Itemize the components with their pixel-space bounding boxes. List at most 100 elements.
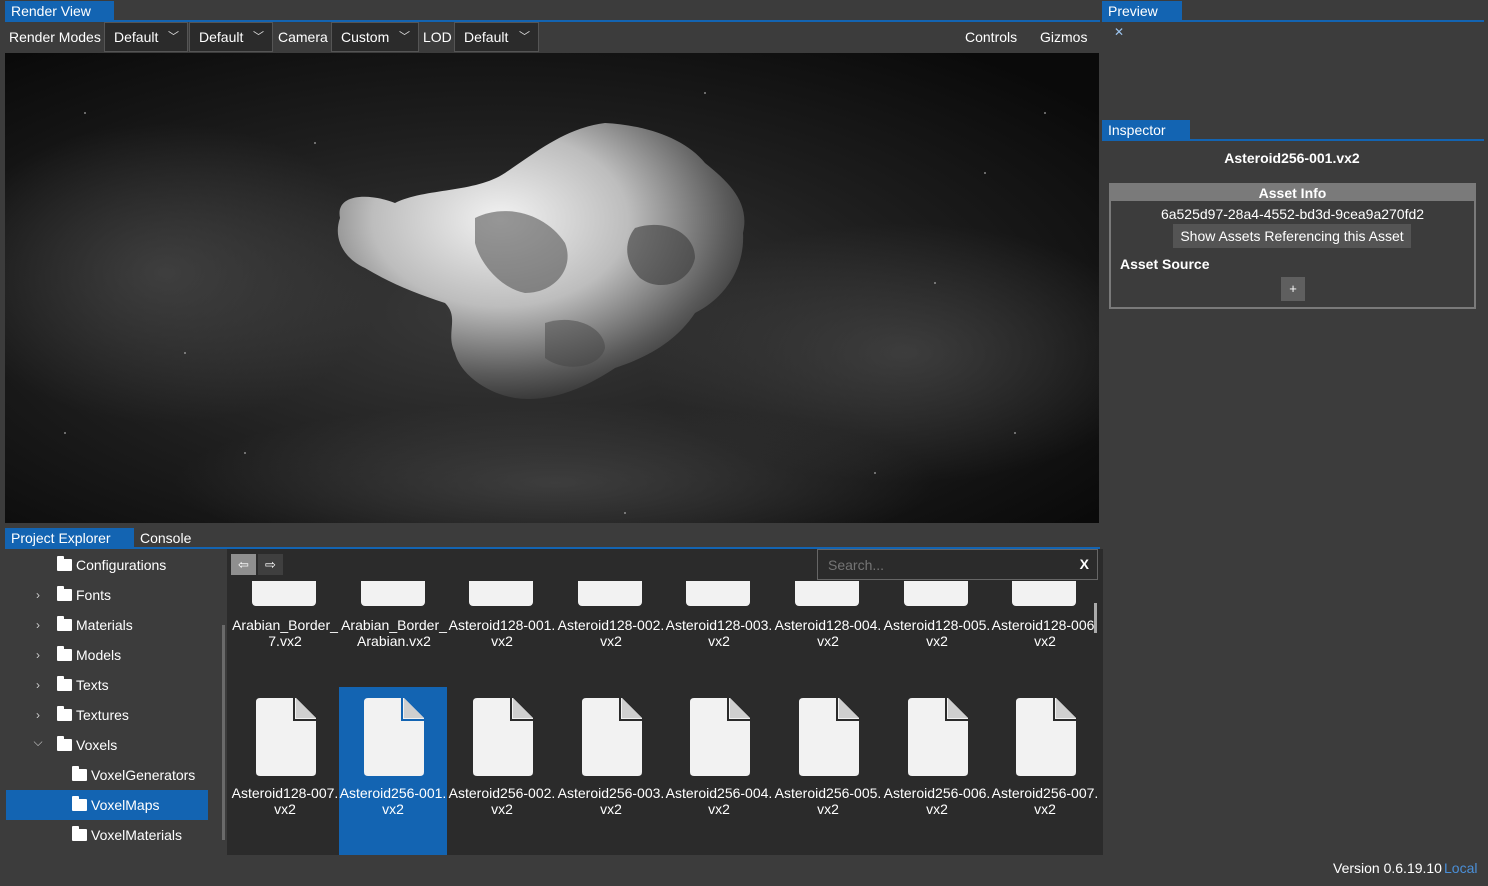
chevron-down-icon: ﹀ <box>519 31 530 43</box>
folder-icon <box>57 706 72 721</box>
expand-arrow-icon[interactable]: › <box>33 705 43 725</box>
add-asset-source-button[interactable]: + <box>1281 277 1305 301</box>
tree-item-voxelmaterials[interactable]: VoxelMaterials <box>72 820 182 850</box>
file-icon <box>252 581 316 606</box>
file-name: Asteroid128-001.vx2 <box>448 617 556 649</box>
tab-render-view[interactable]: Render View <box>5 1 114 21</box>
tree-item-voxelgenerators[interactable]: VoxelGenerators <box>72 760 195 790</box>
tree-item-materials[interactable]: Materials <box>57 610 133 640</box>
file-item[interactable]: Asteroid128-003.vx2 <box>665 581 773 671</box>
close-icon[interactable]: ✕ <box>1114 25 1124 39</box>
file-item[interactable]: Asteroid256-004.vx2 <box>665 687 773 855</box>
file-item[interactable]: Asteroid128-007.vx2 <box>231 687 339 855</box>
tree-item-models[interactable]: Models <box>57 640 121 670</box>
render-mode-dropdown-1-value: Default <box>114 29 159 45</box>
file-icon <box>361 581 425 606</box>
file-name: Arabian_Border_7.vx2 <box>232 617 338 649</box>
file-icon <box>799 698 859 776</box>
back-button[interactable]: ⇦ <box>231 554 256 575</box>
preview-tab-line <box>1102 20 1484 22</box>
tree-item-label: Materials <box>76 617 133 633</box>
search-input[interactable] <box>818 550 1068 579</box>
tab-console[interactable]: Console <box>140 528 191 548</box>
file-grid: Arabian_Border_7.vx2 Arabian_Border_Arab… <box>227 581 1103 855</box>
file-name: Asteroid256-006.vx2 <box>883 785 991 817</box>
tree-scrollbar[interactable] <box>222 625 225 840</box>
inspector-tab-line <box>1102 139 1484 141</box>
asset-source-label: Asset Source <box>1120 256 1210 272</box>
tree-item-voxelmaps[interactable]: VoxelMaps <box>72 790 159 820</box>
file-icon <box>690 698 750 776</box>
tree-item-fonts[interactable]: Fonts <box>57 580 111 610</box>
gizmos-menu[interactable]: Gizmos <box>1040 22 1087 52</box>
tree-item-voxels[interactable]: Voxels <box>57 730 117 760</box>
render-viewport[interactable] <box>5 53 1099 523</box>
lod-label: LOD <box>423 29 452 45</box>
file-item[interactable]: Arabian_Border_7.vx2 <box>231 581 339 671</box>
search-clear-button[interactable]: X <box>1080 556 1089 572</box>
file-icon <box>904 581 968 606</box>
expand-arrow-icon[interactable]: › <box>33 645 43 665</box>
render-mode-dropdown-2-value: Default <box>199 29 244 45</box>
file-name: Asteroid128-007.vx2 <box>231 785 339 817</box>
file-name: Asteroid256-001.vx2 <box>339 785 447 817</box>
tree-item-label: VoxelMaterials <box>91 827 183 843</box>
tab-project-explorer[interactable]: Project Explorer <box>5 528 134 548</box>
expand-arrow-icon[interactable]: › <box>33 615 43 635</box>
file-name: Asteroid128-005.vx2 <box>883 617 991 649</box>
file-item[interactable]: Arabian_Border_Arabian.vx2 <box>340 581 448 671</box>
file-item[interactable]: Asteroid128-004.vx2 <box>774 581 882 671</box>
folder-icon <box>57 646 72 661</box>
file-grid-scrollbar[interactable] <box>1094 603 1097 633</box>
file-browser: ⇦ ⇨ X Arabian_Border_7.vx2 Arabian_Borde… <box>227 549 1103 855</box>
file-item[interactable]: Asteroid128-006.vx2 <box>991 581 1099 671</box>
local-mode-link[interactable]: Local <box>1444 860 1477 876</box>
folder-icon <box>57 586 72 601</box>
asset-guid: 6a525d97-28a4-4552-bd3d-9cea9a270fd2 <box>1160 206 1425 222</box>
expand-arrow-icon[interactable]: › <box>33 675 43 695</box>
tree-item-label: Textures <box>76 707 129 723</box>
file-item-selected[interactable]: Asteroid256-001.vx2 <box>339 687 447 855</box>
tab-inspector[interactable]: Inspector <box>1102 120 1190 140</box>
file-item[interactable]: Asteroid256-006.vx2 <box>883 687 991 855</box>
file-item[interactable]: Asteroid256-005.vx2 <box>774 687 882 855</box>
tab-preview[interactable]: Preview ✕ <box>1102 1 1182 39</box>
file-item[interactable]: Asteroid256-002.vx2 <box>448 687 556 855</box>
folder-icon <box>57 736 72 751</box>
search-box[interactable]: X <box>817 549 1098 580</box>
tree-item-label: VoxelGenerators <box>91 767 196 783</box>
tree-item-label: Texts <box>76 677 109 693</box>
forward-arrow-icon: ⇨ <box>265 557 276 572</box>
tree-item-textures[interactable]: Textures <box>57 700 129 730</box>
file-name: Asteroid256-007.vx2 <box>991 785 1099 817</box>
collapse-arrow-icon[interactable]: ⌵ <box>33 732 43 752</box>
chevron-down-icon: ﹀ <box>168 31 179 43</box>
tree-item-label: VoxelMaps <box>91 797 160 813</box>
file-name: Asteroid128-006.vx2 <box>991 617 1099 649</box>
asset-info-header: Asset Info <box>1111 185 1474 201</box>
file-name: Asteroid128-002.vx2 <box>557 617 665 649</box>
tree-item-configurations[interactable]: Configurations <box>57 550 166 580</box>
file-icon <box>795 581 859 606</box>
file-item[interactable]: Asteroid128-002.vx2 <box>557 581 665 671</box>
file-icon <box>473 698 533 776</box>
file-name: Arabian_Border_Arabian.vx2 <box>341 617 447 649</box>
controls-menu[interactable]: Controls <box>965 22 1017 52</box>
render-mode-dropdown-1[interactable]: Default ﹀ <box>104 22 188 52</box>
file-item[interactable]: Asteroid128-001.vx2 <box>448 581 556 671</box>
lod-dropdown-value: Default <box>464 29 509 45</box>
file-item[interactable]: Asteroid128-005.vx2 <box>883 581 991 671</box>
file-item[interactable]: Asteroid256-007.vx2 <box>991 687 1099 855</box>
show-assets-referencing-button[interactable]: Show Assets Referencing this Asset <box>1173 224 1411 248</box>
chevron-down-icon: ﹀ <box>399 31 410 43</box>
version-label: Version 0.6.19.10 <box>1333 860 1442 876</box>
lod-dropdown[interactable]: Default ﹀ <box>454 22 539 52</box>
tree-item-texts[interactable]: Texts <box>57 670 109 700</box>
expand-arrow-icon[interactable]: › <box>33 585 43 605</box>
camera-dropdown[interactable]: Custom ﹀ <box>331 22 419 52</box>
asset-info-panel: Asset Info 6a525d97-28a4-4552-bd3d-9cea9… <box>1109 183 1476 309</box>
file-item[interactable]: Asteroid256-003.vx2 <box>557 687 665 855</box>
forward-button[interactable]: ⇨ <box>258 554 283 575</box>
render-mode-dropdown-2[interactable]: Default ﹀ <box>189 22 273 52</box>
file-name: Asteroid256-003.vx2 <box>557 785 665 817</box>
